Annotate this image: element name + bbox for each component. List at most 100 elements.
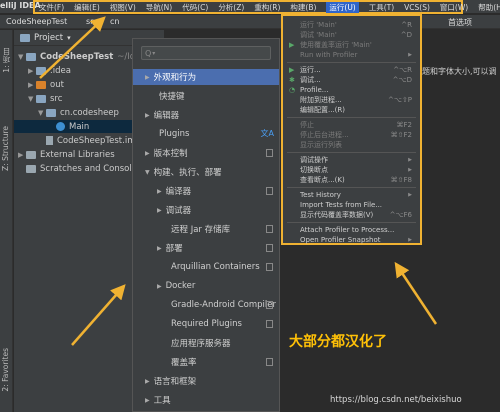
run-menu-item[interactable]: ▶ 运行... ^⌥R: [289, 65, 418, 75]
run-menu-item[interactable]: 查看断点...(K) ⌘⇧F8: [289, 175, 418, 185]
breadcrumb-project[interactable]: CodeSheepTest: [6, 17, 67, 26]
run-menu-item[interactable]: ◔ Profile...: [289, 85, 418, 95]
chevron-down-icon: ▼: [145, 168, 150, 176]
run-menu-item[interactable]: ✱ 调试... ^⌥D: [289, 75, 418, 85]
menu-refactor[interactable]: 重构(R): [254, 2, 280, 13]
menu-code[interactable]: 代码(C): [182, 2, 208, 13]
menu-window[interactable]: 窗口(W): [440, 2, 468, 13]
chevron-down-icon: ▾: [67, 33, 71, 42]
translate-icon: 文A: [260, 129, 274, 138]
run-menu-item[interactable]: Test History ▶: [289, 190, 418, 200]
settings-search-input[interactable]: Q ▾: [141, 46, 271, 60]
settings-item[interactable]: 远程 Jar 存储库: [133, 221, 279, 237]
tree-item-iml[interactable]: CodeSheepTest.im: [46, 134, 135, 147]
chevron-right-icon: ▶: [18, 150, 24, 159]
menu-build[interactable]: 构建(B): [290, 2, 316, 13]
run-menu-item[interactable]: 附加到进程... ^⌥⇧P: [289, 95, 418, 105]
run-menu-item[interactable]: 调试操作 ▶: [289, 155, 418, 165]
submenu-arrow-icon: ▶: [408, 192, 412, 198]
settings-item-label: 语言和框架: [153, 377, 197, 387]
settings-item[interactable]: ▶ Docker: [133, 278, 279, 294]
shortcut-label: ^R: [401, 21, 412, 29]
chevron-right-icon: ▶: [145, 377, 150, 385]
chevron-right-icon: ▶: [145, 396, 150, 404]
run-menu-dropdown: 运行 'Main' ^R 调试 'Main' ^D ▶ 使用覆盖率运行 'Main' Run…: [281, 14, 422, 245]
settings-item[interactable]: ▶ 编辑器: [133, 107, 279, 123]
settings-item-label: Arquillian Containers: [171, 262, 260, 272]
chevron-right-icon: ▶: [145, 73, 150, 81]
run-menu-item[interactable]: ▶ 使用覆盖率运行 'Main': [289, 40, 418, 50]
menu-help[interactable]: 帮助(H): [478, 2, 500, 13]
menu-view[interactable]: 视图(V): [110, 2, 136, 13]
menu-item-icon: ▶: [289, 41, 295, 49]
menu-tools[interactable]: 工具(T): [369, 2, 394, 13]
menu-edit[interactable]: 编辑(E): [74, 2, 100, 13]
run-menu-item[interactable]: Run with Profiler ▶: [289, 50, 418, 60]
menu-navigate[interactable]: 导航(N): [146, 2, 172, 13]
run-menu-item[interactable]: 编辑配置...(R): [289, 105, 418, 115]
settings-item[interactable]: ▶ 部署: [133, 240, 279, 256]
menu-analyze[interactable]: 分析(Z): [218, 2, 244, 13]
tree-item-out[interactable]: ▶ out: [28, 78, 64, 91]
menu-vcs[interactable]: VCS(S): [404, 3, 430, 12]
editor-hint-text: 题和字体大小,可以调: [422, 67, 497, 76]
run-menu-item[interactable]: Attach Profiler to Process...: [289, 225, 418, 235]
run-menu-item[interactable]: 停止 ⌘F2: [289, 120, 418, 130]
tree-item-label: Main: [69, 121, 90, 132]
settings-item[interactable]: ▶ 调试器: [133, 202, 279, 218]
run-menu-item-label: 查看断点...(K): [300, 176, 345, 184]
settings-item[interactable]: 快捷键: [133, 88, 279, 104]
tree-item-root[interactable]: ▼ CodeSheepTest ~/Ide: [18, 50, 140, 63]
tree-item-idea[interactable]: ▶ .idea: [28, 64, 71, 77]
tree-item-label: src: [50, 93, 63, 104]
breadcrumb-src[interactable]: src: [86, 17, 98, 26]
run-menu-item[interactable]: 显示运行列表: [289, 140, 418, 150]
settings-item[interactable]: Arquillian Containers: [133, 259, 279, 275]
settings-item[interactable]: Gradle-Android Compiler: [133, 297, 279, 313]
run-menu-item[interactable]: 显示代码覆盖率数据(V) ^⌥F6: [289, 210, 418, 220]
menu-item-icon: ▶: [289, 66, 295, 74]
project-scope-icon: [266, 320, 273, 328]
class-icon: [56, 122, 65, 131]
settings-item[interactable]: ▶ 外观和行为: [133, 69, 279, 85]
file-icon: [46, 136, 53, 145]
chevron-right-icon: ▶: [28, 80, 34, 89]
structure-tool-tab[interactable]: Z: Structure: [1, 126, 10, 171]
tree-item-external-libraries[interactable]: ▶ External Libraries: [18, 148, 115, 161]
run-menu-item[interactable]: 停止后台进程... ⌘⇧F2: [289, 130, 418, 140]
run-menu-item[interactable]: Open Profiler Snapshot ▶: [289, 235, 418, 245]
tree-item-scratches[interactable]: Scratches and Console: [26, 162, 137, 175]
menu-separator: [287, 62, 416, 63]
preferences-title: 首选项: [448, 18, 472, 27]
run-menu-item[interactable]: 运行 'Main' ^R: [289, 20, 418, 30]
settings-item[interactable]: 覆盖率: [133, 354, 279, 370]
tree-item-package[interactable]: ▼ cn.codesheep: [38, 106, 119, 119]
shortcut-label: ⌘⇧F8: [390, 176, 412, 184]
settings-item[interactable]: ▶ 版本控制: [133, 145, 279, 161]
favorites-tool-tab[interactable]: 2: Favorites: [1, 348, 10, 392]
run-menu-item[interactable]: 切换断点 ▶: [289, 165, 418, 175]
chevron-right-icon: ▶: [28, 66, 34, 75]
settings-item[interactable]: ▶ 语言和框架: [133, 373, 279, 389]
settings-item[interactable]: ▼ 构建、执行、部署: [133, 164, 279, 180]
menu-run[interactable]: 运行(U): [326, 1, 359, 13]
library-icon: [26, 150, 36, 159]
tree-item-src[interactable]: ▼ src: [28, 92, 62, 105]
run-menu-item-label: Import Tests from File...: [300, 201, 383, 209]
settings-item[interactable]: Required Plugins: [133, 316, 279, 332]
project-tool-tab[interactable]: 1: 项目: [1, 48, 12, 73]
menu-file[interactable]: 文件(F): [39, 2, 64, 13]
settings-item-label: 编辑器: [153, 111, 180, 121]
breadcrumb-cn[interactable]: cn: [110, 17, 119, 26]
settings-item[interactable]: 应用程序服务器: [133, 335, 279, 351]
run-menu-item-label: 编辑配置...(R): [300, 106, 346, 114]
settings-item[interactable]: ▶ 工具: [133, 392, 279, 408]
settings-item-label: 应用程序服务器: [171, 339, 231, 349]
shortcut-label: ⌘⇧F2: [390, 131, 412, 139]
chevron-right-icon: ▶: [157, 187, 162, 195]
run-menu-item[interactable]: Import Tests from File...: [289, 200, 418, 210]
settings-item-label: 外观和行为: [153, 73, 197, 83]
settings-item[interactable]: ▶ 编译器: [133, 183, 279, 199]
settings-item[interactable]: Plugins 文A: [133, 126, 279, 142]
run-menu-item[interactable]: 调试 'Main' ^D: [289, 30, 418, 40]
